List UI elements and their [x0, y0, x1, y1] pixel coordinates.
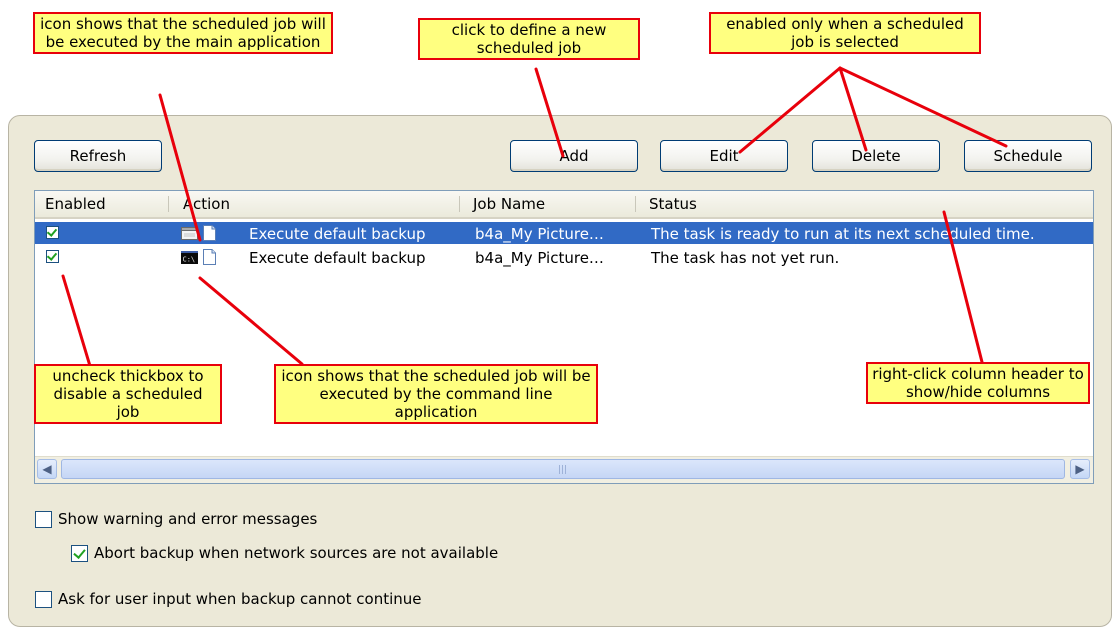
svg-text:C:\: C:\: [183, 256, 196, 264]
scrollbar-thumb[interactable]: [61, 459, 1065, 479]
column-header[interactable]: Enabled Action Job Name Status: [35, 191, 1093, 219]
ask-input-label: Ask for user input when backup cannot co…: [58, 590, 422, 608]
show-warnings-label: Show warning and error messages: [58, 510, 318, 528]
command-line-icon: C:\: [181, 251, 198, 264]
refresh-button[interactable]: Refresh: [34, 140, 162, 172]
callout-enabled-only: enabled only when a scheduled job is sel…: [709, 12, 981, 54]
edit-button[interactable]: Edit: [660, 140, 788, 172]
enabled-checkbox[interactable]: [46, 226, 59, 239]
scheduled-jobs-list[interactable]: Enabled Action Job Name Status Execute d…: [34, 190, 1094, 484]
ask-input-option[interactable]: Ask for user input when backup cannot co…: [35, 590, 422, 608]
column-action[interactable]: Action: [183, 195, 230, 213]
action-cell: Execute default backup: [249, 225, 426, 243]
column-job-name[interactable]: Job Name: [473, 195, 545, 213]
callout-add: click to define a new scheduled job: [418, 18, 640, 60]
column-status[interactable]: Status: [649, 195, 697, 213]
status-cell: The task has not yet run.: [651, 249, 840, 267]
callout-uncheck: uncheck thickbox to disable a scheduled …: [34, 364, 222, 424]
job-name-cell: b4a_My Picture…: [475, 225, 604, 243]
column-divider[interactable]: [459, 196, 460, 212]
action-cell: Execute default backup: [249, 249, 426, 267]
schedule-button[interactable]: Schedule: [964, 140, 1092, 172]
job-name-cell: b4a_My Picture…: [475, 249, 604, 267]
enabled-checkbox[interactable]: [46, 250, 59, 263]
scroll-left-button[interactable]: ◀: [37, 459, 57, 479]
abort-backup-label: Abort backup when network sources are no…: [94, 544, 499, 562]
add-button[interactable]: Add: [510, 140, 638, 172]
callout-main-application: icon shows that the scheduled job will b…: [33, 12, 333, 54]
column-divider[interactable]: [168, 196, 169, 212]
document-icon: [203, 249, 216, 265]
main-application-icon: [181, 227, 198, 240]
delete-button[interactable]: Delete: [812, 140, 940, 172]
ask-input-checkbox[interactable]: [35, 590, 52, 608]
horizontal-scrollbar[interactable]: ◀ ▶: [35, 456, 1093, 483]
document-icon: [203, 225, 216, 241]
show-warnings-option[interactable]: Show warning and error messages: [35, 510, 317, 528]
callout-right-click: right-click column header to show/hide c…: [866, 362, 1090, 404]
abort-backup-option[interactable]: Abort backup when network sources are no…: [71, 544, 498, 562]
column-divider[interactable]: [635, 196, 636, 212]
scroll-right-button[interactable]: ▶: [1070, 459, 1090, 479]
table-row[interactable]: C:\ Execute default backup b4a_My Pictur…: [35, 246, 1093, 268]
show-warnings-checkbox[interactable]: [35, 510, 52, 528]
column-enabled[interactable]: Enabled: [45, 195, 106, 213]
status-cell: The task is ready to run at its next sch…: [651, 225, 1035, 243]
table-row[interactable]: Execute default backup b4a_My Picture… T…: [35, 222, 1093, 244]
callout-command-line: icon shows that the scheduled job will b…: [274, 364, 598, 424]
abort-backup-checkbox[interactable]: [71, 544, 88, 562]
